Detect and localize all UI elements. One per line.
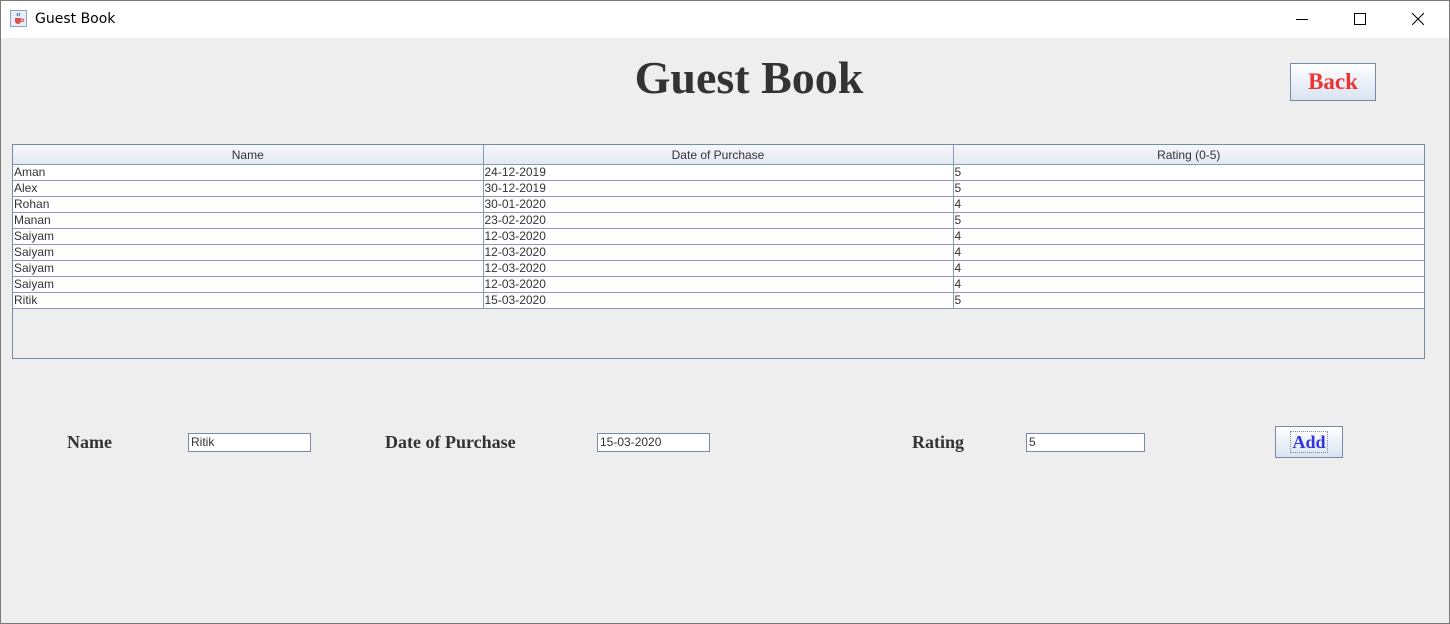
- table-header-row: Name Date of Purchase Rating (0-5): [13, 145, 1424, 165]
- table-row[interactable]: Saiyam 12-03-2020 4: [13, 260, 1424, 277]
- cell-date[interactable]: 15-03-2020: [483, 292, 954, 309]
- cell-rating[interactable]: 4: [953, 276, 1424, 293]
- name-field[interactable]: Ritik: [188, 433, 311, 452]
- cell-name[interactable]: Saiyam: [13, 276, 484, 293]
- add-button[interactable]: Add: [1275, 426, 1343, 458]
- table-row[interactable]: Aman 24-12-2019 5: [13, 164, 1424, 181]
- cell-name[interactable]: Manan: [13, 212, 484, 229]
- table-row[interactable]: Saiyam 12-03-2020 4: [13, 276, 1424, 293]
- cell-name[interactable]: Saiyam: [13, 260, 484, 277]
- minimize-icon: [1296, 19, 1308, 20]
- cell-date[interactable]: 12-03-2020: [483, 228, 954, 245]
- cell-date[interactable]: 12-03-2020: [483, 276, 954, 293]
- cell-name[interactable]: Saiyam: [13, 228, 484, 245]
- rating-field[interactable]: 5: [1026, 433, 1145, 452]
- maximize-icon: [1354, 13, 1366, 25]
- cell-name[interactable]: Ritik: [13, 292, 484, 309]
- cell-rating[interactable]: 4: [953, 196, 1424, 213]
- cell-rating[interactable]: 4: [953, 244, 1424, 261]
- cell-name[interactable]: Alex: [13, 180, 484, 197]
- cell-date[interactable]: 12-03-2020: [483, 260, 954, 277]
- column-header-rating[interactable]: Rating (0-5): [953, 145, 1424, 165]
- name-label: Name: [67, 432, 112, 452]
- close-icon: [1412, 13, 1424, 25]
- page-title: Guest Book: [634, 52, 864, 103]
- table-row[interactable]: Saiyam 12-03-2020 4: [13, 244, 1424, 261]
- date-of-purchase-field[interactable]: 15-03-2020: [597, 433, 710, 452]
- cell-rating[interactable]: 5: [953, 292, 1424, 309]
- cell-date[interactable]: 12-03-2020: [483, 244, 954, 261]
- cell-rating[interactable]: 4: [953, 228, 1424, 245]
- app-window: Guest Book Guest Book Back Name Date of …: [0, 0, 1450, 624]
- table-row[interactable]: Saiyam 12-03-2020 4: [13, 228, 1424, 245]
- maximize-button[interactable]: [1331, 1, 1389, 38]
- window-title: Guest Book: [35, 11, 116, 27]
- cell-name[interactable]: Aman: [13, 164, 484, 181]
- cell-name[interactable]: Rohan: [13, 196, 484, 213]
- cell-date[interactable]: 24-12-2019: [483, 164, 954, 181]
- column-header-date[interactable]: Date of Purchase: [483, 145, 954, 165]
- cell-date[interactable]: 30-01-2020: [483, 196, 954, 213]
- cell-rating[interactable]: 5: [953, 164, 1424, 181]
- title-bar[interactable]: Guest Book: [1, 1, 1449, 38]
- cell-date[interactable]: 30-12-2019: [483, 180, 954, 197]
- rating-label: Rating: [912, 432, 965, 452]
- table-row[interactable]: Ritik 15-03-2020 5: [13, 292, 1424, 309]
- minimize-button[interactable]: [1273, 1, 1331, 38]
- cell-date[interactable]: 23-02-2020: [483, 212, 954, 229]
- guest-table: Name Date of Purchase Rating (0-5) Aman …: [13, 145, 1424, 309]
- cell-rating[interactable]: 4: [953, 260, 1424, 277]
- table-row[interactable]: Alex 30-12-2019 5: [13, 180, 1424, 197]
- date-of-purchase-label: Date of Purchase: [385, 432, 516, 452]
- add-button-label: Add: [1290, 431, 1328, 453]
- cell-rating[interactable]: 5: [953, 180, 1424, 197]
- cell-rating[interactable]: 5: [953, 212, 1424, 229]
- back-button[interactable]: Back: [1290, 63, 1376, 101]
- table-row[interactable]: Manan 23-02-2020 5: [13, 212, 1424, 229]
- java-cup-icon: [10, 10, 27, 27]
- cell-name[interactable]: Saiyam: [13, 244, 484, 261]
- column-header-name[interactable]: Name: [13, 145, 484, 165]
- close-button[interactable]: [1389, 1, 1447, 38]
- guest-table-scrollpane[interactable]: Name Date of Purchase Rating (0-5) Aman …: [12, 144, 1425, 359]
- table-row[interactable]: Rohan 30-01-2020 4: [13, 196, 1424, 213]
